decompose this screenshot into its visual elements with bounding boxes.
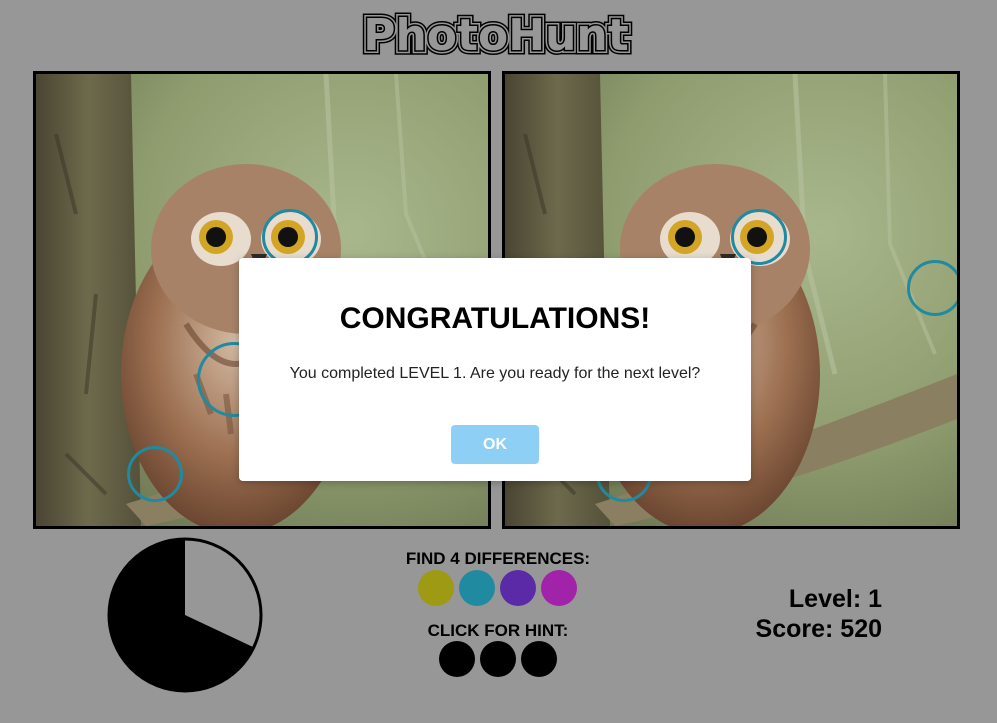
level-display: Level: 1 — [788, 585, 882, 613]
difference-indicator — [459, 570, 495, 606]
hint-label: CLICK FOR HINT: — [427, 621, 569, 640]
app-logo: PhotoHunt PhotoHunt PhotoHunt PhotoHunt — [0, 8, 997, 58]
modal-title: CONGRATULATIONS! — [339, 302, 651, 335]
difference-indicator — [541, 570, 577, 606]
difference-indicator — [418, 570, 454, 606]
find-differences-label: FIND 4 DIFFERENCES: — [405, 549, 591, 568]
difference-indicators — [418, 570, 577, 606]
found-difference-marker — [907, 260, 957, 316]
score-display: Score: 520 — [755, 615, 882, 643]
found-difference-marker — [127, 446, 183, 502]
hint-button[interactable] — [521, 641, 557, 677]
game-screen: PhotoHunt PhotoHunt PhotoHunt PhotoHunt — [0, 0, 997, 723]
found-difference-marker — [731, 209, 787, 265]
difference-indicator — [500, 570, 536, 606]
hint-button[interactable] — [480, 641, 516, 677]
stats-panel: Level: 1 Score: 520 — [700, 584, 882, 644]
modal-message: You completed LEVEL 1. Are you ready for… — [289, 365, 701, 382]
timer-pie — [106, 536, 264, 694]
hint-button[interactable] — [439, 641, 475, 677]
hint-buttons — [439, 641, 557, 677]
found-difference-marker — [262, 209, 318, 265]
ok-button[interactable]: OK — [451, 425, 539, 464]
svg-text:PhotoHunt: PhotoHunt — [363, 10, 629, 58]
congratulations-modal: CONGRATULATIONS! You completed LEVEL 1. … — [239, 258, 751, 481]
